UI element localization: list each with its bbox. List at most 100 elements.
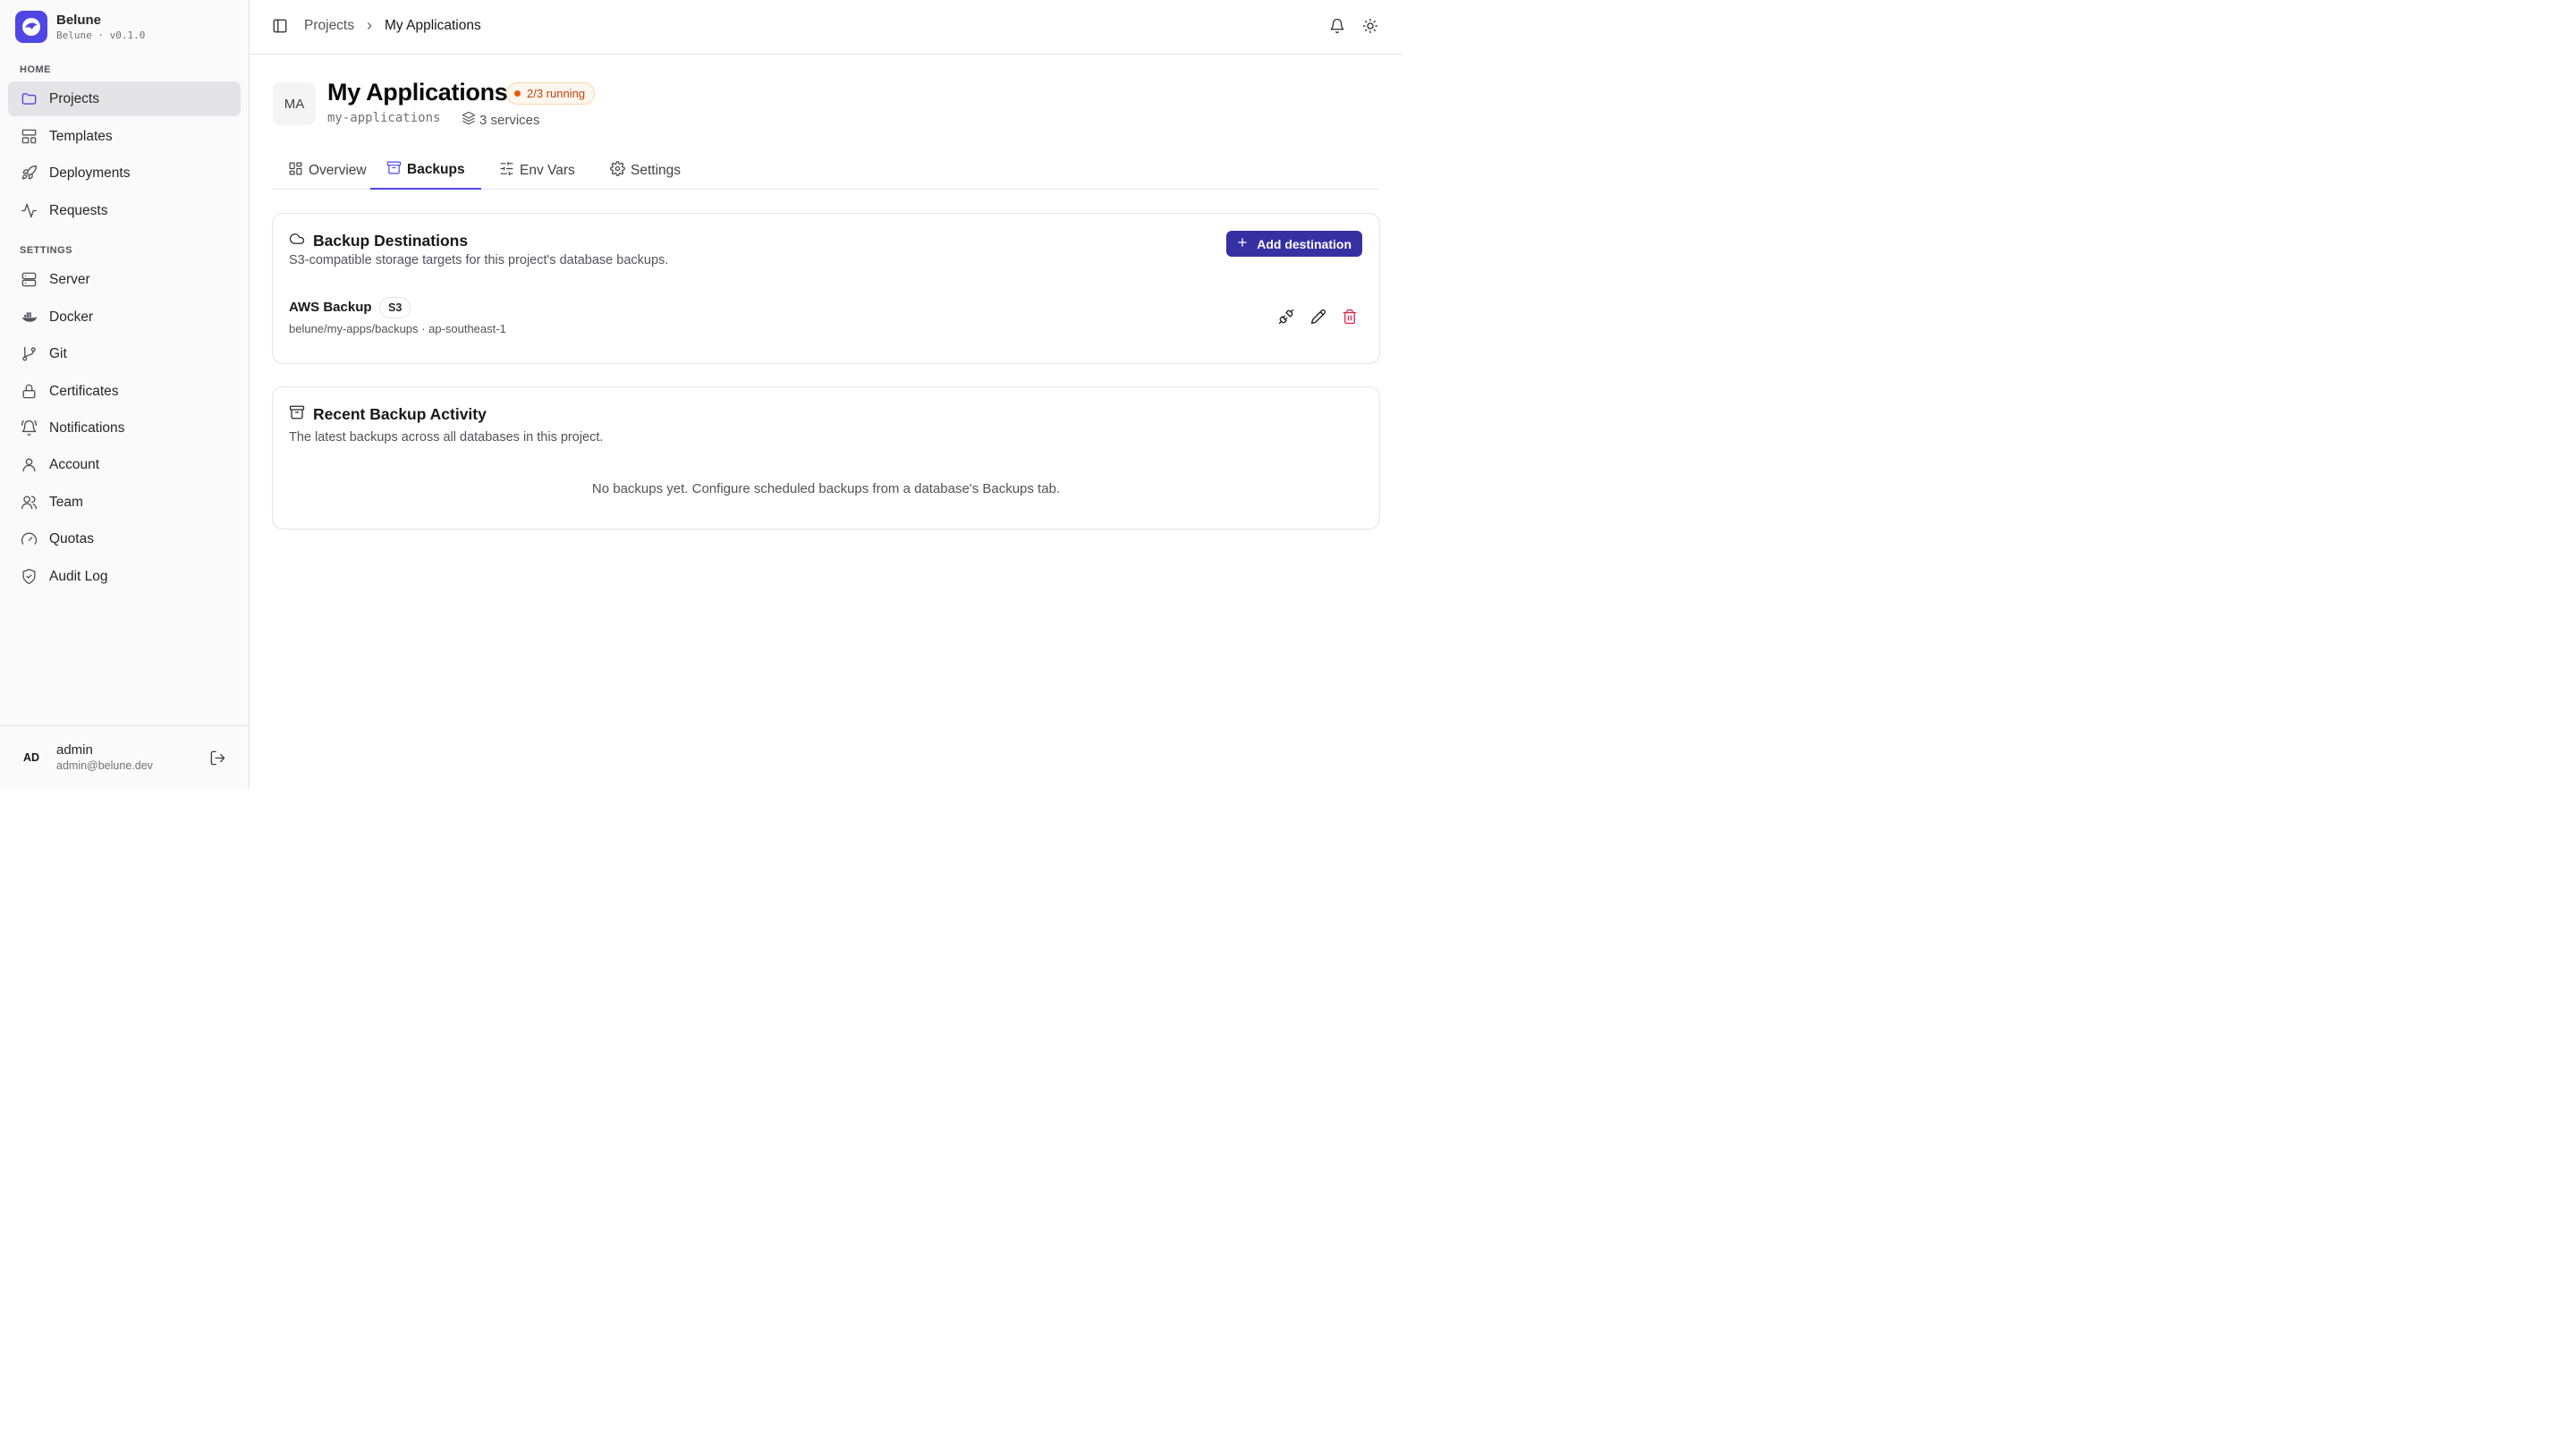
bell-ring-icon xyxy=(20,419,38,437)
bell-icon[interactable] xyxy=(1329,18,1347,36)
gear-icon xyxy=(610,161,631,181)
breadcrumb-projects[interactable]: Projects xyxy=(304,18,354,34)
archive-icon xyxy=(386,160,407,180)
server-icon xyxy=(20,271,38,289)
services-count: 3 services xyxy=(462,111,540,129)
sidebar-item-label: Git xyxy=(49,345,67,361)
project-slug: my-applications xyxy=(327,111,441,125)
sidebar-item-label: Templates xyxy=(49,128,113,144)
folder-icon xyxy=(20,90,38,108)
tab-env-vars[interactable]: Env Vars xyxy=(483,152,591,190)
lock-icon xyxy=(20,383,38,401)
sidebar-item-docker[interactable]: Docker xyxy=(8,300,241,335)
sidebar-item-audit-log[interactable]: Audit Log xyxy=(8,559,241,594)
sidebar-item-label: Docker xyxy=(49,309,94,325)
destination-path: belune/my-apps/backups · ap-southeast-1 xyxy=(289,322,506,335)
brand-logo-icon xyxy=(15,11,47,43)
sidebar-item-label: Deployments xyxy=(49,165,131,181)
archive-icon xyxy=(289,404,313,425)
destination-name: AWS Backup xyxy=(289,300,372,315)
user-email: admin@belune.dev xyxy=(56,759,153,772)
card-description: The latest backups across all databases … xyxy=(289,430,604,445)
sidebar-item-label: Account xyxy=(49,456,100,472)
brand[interactable]: Belune Belune · v0.1.0 xyxy=(15,11,145,43)
chevron-right-icon xyxy=(363,20,376,32)
home-section-label: HOME xyxy=(20,64,51,75)
tab-label: Overview xyxy=(309,163,367,178)
sidebar-toggle-icon[interactable] xyxy=(272,18,290,36)
sidebar-item-notifications[interactable]: Notifications xyxy=(8,411,241,445)
topbar: Projects My Applications xyxy=(250,0,1402,55)
backup-destinations-card: Backup Destinations S3-compatible storag… xyxy=(272,213,1380,364)
add-destination-button[interactable]: Add destination xyxy=(1226,231,1362,257)
button-label: Add destination xyxy=(1257,236,1352,251)
layout-icon xyxy=(20,128,38,146)
sidebar-item-git[interactable]: Git xyxy=(8,336,241,371)
status-text: 2/3 running xyxy=(527,87,586,100)
grid-icon xyxy=(288,161,309,181)
layers-icon xyxy=(462,111,479,129)
sidebar-item-label: Notifications xyxy=(49,419,125,436)
sidebar-item-label: Quotas xyxy=(49,530,94,547)
tab-settings[interactable]: Settings xyxy=(594,152,697,190)
breadcrumb-current: My Applications xyxy=(385,18,481,33)
brand-version: Belune · v0.1.0 xyxy=(56,29,146,41)
sidebar-item-label: Certificates xyxy=(49,383,119,399)
sidebar-item-label: Audit Log xyxy=(49,568,108,584)
settings-section-label: SETTINGS xyxy=(20,245,73,256)
tab-backups[interactable]: Backups xyxy=(370,152,481,190)
logout-icon[interactable] xyxy=(209,750,227,767)
tab-overview[interactable]: Overview xyxy=(272,152,383,190)
rocket-icon xyxy=(20,165,38,182)
sidebar-item-label: Team xyxy=(49,494,83,510)
users-icon xyxy=(20,494,38,512)
user-icon xyxy=(20,456,38,474)
sidebar-item-server[interactable]: Server xyxy=(8,262,241,297)
tab-bar: Overview Backups Env Vars Settings xyxy=(272,152,1379,190)
sidebar-item-quotas[interactable]: Quotas xyxy=(8,521,241,556)
destination-type-badge: S3 xyxy=(379,297,411,318)
sliders-icon xyxy=(499,161,520,181)
project-avatar: MA xyxy=(273,82,316,125)
breadcrumb: Projects My Applications xyxy=(304,18,481,34)
tab-label: Settings xyxy=(631,163,682,178)
activity-icon xyxy=(20,202,38,220)
test-connection-icon[interactable] xyxy=(1278,309,1296,326)
sidebar-item-label: Server xyxy=(49,271,90,287)
sidebar-item-label: Projects xyxy=(49,90,99,106)
recent-backup-activity-card: Recent Backup Activity The latest backup… xyxy=(272,386,1380,530)
shield-check-icon xyxy=(20,568,38,586)
sidebar-item-templates[interactable]: Templates xyxy=(8,119,241,154)
sun-icon[interactable] xyxy=(1362,18,1380,36)
user-name: admin xyxy=(56,742,93,758)
sidebar-item-certificates[interactable]: Certificates xyxy=(8,374,241,409)
sidebar-item-team[interactable]: Team xyxy=(8,485,241,520)
empty-state-message: No backups yet. Configure scheduled back… xyxy=(591,481,1061,496)
services-text: 3 services xyxy=(479,112,540,128)
cloud-icon xyxy=(289,231,313,251)
status-badge: 2/3 running xyxy=(506,82,596,105)
main-content: Projects My Applications MA My Applicati… xyxy=(250,0,1402,789)
sidebar-item-requests[interactable]: Requests xyxy=(8,193,241,228)
gauge-icon xyxy=(20,530,38,548)
sidebar-item-projects[interactable]: Projects xyxy=(8,81,241,116)
edit-pencil-icon[interactable] xyxy=(1310,309,1328,326)
git-branch-icon xyxy=(20,345,38,363)
card-title: Backup Destinations xyxy=(313,232,469,250)
tab-label: Backups xyxy=(407,162,465,177)
docker-icon xyxy=(20,309,38,326)
sidebar-item-label: Requests xyxy=(49,202,108,218)
trash-icon[interactable] xyxy=(1342,309,1360,326)
sidebar: Belune Belune · v0.1.0 HOME Projects Tem… xyxy=(0,0,250,789)
tab-label: Env Vars xyxy=(520,163,575,178)
status-dot xyxy=(514,90,521,97)
avatar[interactable]: AD xyxy=(15,741,47,774)
sidebar-item-account[interactable]: Account xyxy=(8,447,241,482)
brand-name: Belune xyxy=(56,12,102,28)
user-footer: AD admin admin@belune.dev xyxy=(0,725,249,789)
plus-icon xyxy=(1236,236,1257,251)
page-title: My Applications xyxy=(327,79,508,106)
sidebar-item-deployments[interactable]: Deployments xyxy=(8,156,241,191)
card-title: Recent Backup Activity xyxy=(313,405,487,423)
card-description: S3-compatible storage targets for this p… xyxy=(289,253,669,267)
